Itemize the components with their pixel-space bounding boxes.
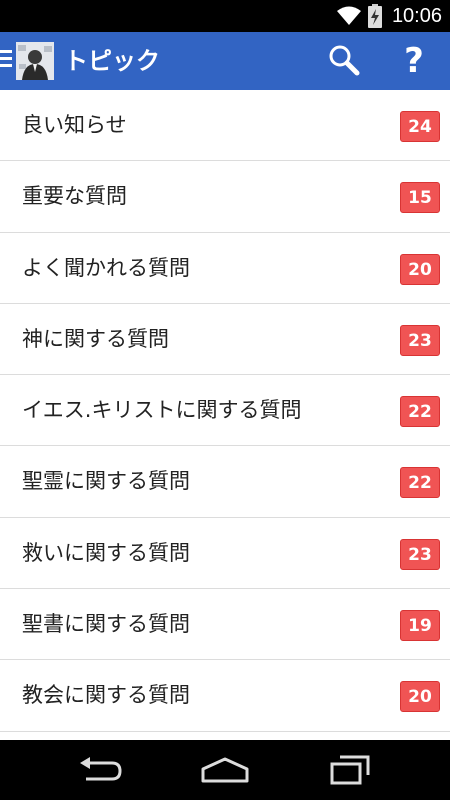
topic-row[interactable]: 教会に関する質問 20: [0, 660, 450, 732]
back-button[interactable]: [70, 752, 130, 788]
topic-label: 聖霊に関する質問: [22, 469, 190, 494]
topic-row[interactable]: 良い知らせ 24: [0, 90, 450, 162]
action-bar: トピック ?: [0, 32, 450, 90]
status-bar: 10:06: [0, 0, 450, 32]
help-icon: ?: [404, 41, 424, 81]
recents-icon: [330, 755, 370, 785]
page-title: トピック: [64, 47, 160, 75]
topic-label: 良い知らせ: [22, 113, 127, 137]
topic-count-badge: 23: [400, 538, 440, 570]
topic-count-badge: 23: [400, 324, 440, 356]
wifi-icon: [336, 6, 361, 25]
help-button[interactable]: ?: [396, 39, 432, 83]
topic-count-badge: 24: [400, 111, 440, 142]
topic-count-badge: 20: [400, 253, 440, 285]
topic-row[interactable]: 救いに関する質問 23: [0, 518, 450, 590]
topic-count-badge: 22: [400, 396, 440, 428]
topic-count-badge: 19: [400, 610, 440, 642]
topic-label: 救いに関する質問: [22, 540, 190, 565]
battery-charging-icon: [367, 4, 382, 28]
navigation-bar: [0, 740, 450, 800]
back-icon: [80, 757, 122, 781]
topic-label: よく聞かれる質問: [22, 255, 190, 280]
topic-row[interactable]: 神に関する質問 23: [0, 304, 450, 376]
topic-row[interactable]: 聖書に関する質問 19: [0, 589, 450, 661]
topic-label: 教会に関する質問: [22, 683, 190, 708]
topic-count-badge: 20: [400, 681, 440, 713]
drawer-menu-icon[interactable]: [0, 50, 12, 68]
topic-count-badge: 22: [400, 467, 440, 499]
status-time: 10:06: [391, 4, 442, 27]
topic-row[interactable]: イエス.キリストに関する質問 22: [0, 375, 450, 447]
search-button[interactable]: [326, 43, 362, 79]
search-icon: [329, 45, 360, 76]
topic-list: 良い知らせ 24 重要な質問 15 よく聞かれる質問 20 神に関する質問 23 イエス.キリス…: [0, 90, 450, 740]
recents-button[interactable]: [320, 752, 380, 788]
topic-row[interactable]: 重要な質問 15: [0, 161, 450, 233]
status-icons: 10:06: [336, 0, 442, 32]
topic-label: 重要な質問: [22, 184, 127, 209]
home-icon: [201, 757, 249, 783]
topic-row[interactable]: よく聞かれる質問 20: [0, 233, 450, 304]
topic-row[interactable]: 聖霊に関する質問 22: [0, 446, 450, 518]
topic-label: 聖書に関する質問: [22, 612, 190, 637]
topic-label: 神に関する質問: [22, 326, 169, 351]
topic-count-badge: 15: [400, 182, 440, 214]
topic-label: イエス.キリストに関する質問: [22, 398, 302, 423]
app-avatar[interactable]: [16, 42, 54, 80]
home-button[interactable]: [195, 752, 255, 788]
